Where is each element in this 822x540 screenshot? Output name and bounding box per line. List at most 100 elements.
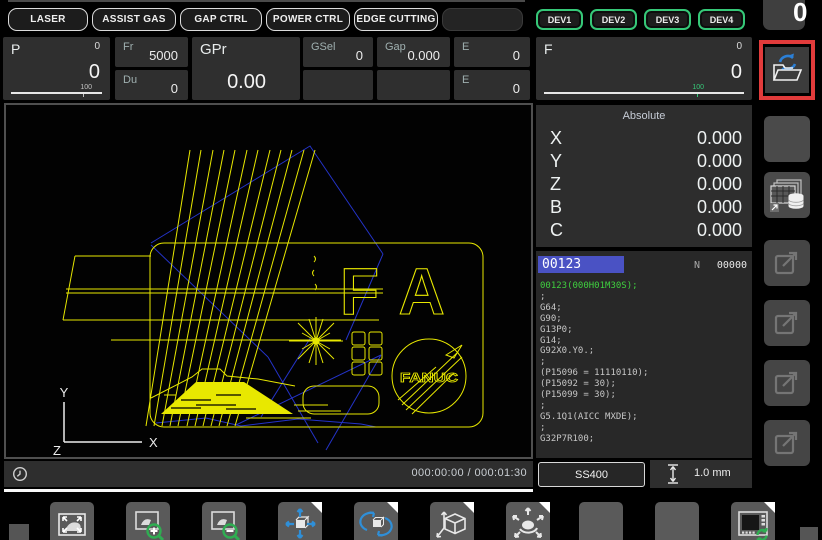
- assist-gas-button[interactable]: ASSIST GAS: [92, 8, 176, 31]
- gas-pressure-label: GPr: [200, 41, 227, 58]
- duty-tile[interactable]: Du 0: [115, 70, 188, 100]
- frequency-label: Fr: [123, 41, 134, 53]
- zoom-out-button[interactable]: [202, 502, 246, 540]
- part-drawing: FA FANUC Y Z X: [53, 145, 484, 458]
- axis-z-value: 0.000: [696, 174, 742, 194]
- gas-pressure-value: 0.00: [227, 71, 266, 93]
- frequency-tile[interactable]: Fr 5000: [115, 37, 188, 67]
- power-label: P: [11, 41, 21, 57]
- cad-viewport[interactable]: FA FANUC Y Z X: [4, 103, 533, 459]
- edge-cutting-button[interactable]: EDGE CUTTING: [354, 8, 438, 31]
- time-elapsed: 000:00:00: [411, 467, 465, 479]
- axis-x-label: X: [149, 435, 158, 450]
- axis-z-label: Z: [53, 443, 61, 457]
- program-number[interactable]: 00123: [538, 256, 624, 273]
- program-line: G14;: [540, 335, 562, 346]
- corner-fold: [311, 502, 322, 513]
- dev3-button[interactable]: DEV3: [644, 9, 691, 30]
- e-bottom-tile[interactable]: E 0: [454, 70, 530, 100]
- dev2-button[interactable]: DEV2: [590, 9, 637, 30]
- sequence-number: 00000: [716, 260, 747, 271]
- toolbar-spacer-left: [9, 524, 29, 540]
- program-panel: 00123 N 00000 00123(000H01M30S); ; G64; …: [536, 251, 752, 458]
- timer-icon: [12, 466, 28, 482]
- gap-value: 0.000: [407, 48, 440, 63]
- external-edit-button-4[interactable]: [764, 420, 810, 466]
- gas-select-empty-tile[interactable]: [303, 70, 373, 100]
- gap-ctrl-button[interactable]: GAP CTRL: [180, 8, 262, 31]
- material-button[interactable]: SS400: [538, 462, 645, 487]
- external-edit-icon: [774, 371, 798, 395]
- empty-mode-button[interactable]: [442, 8, 523, 31]
- axis-y-value: 0.000: [696, 151, 742, 171]
- laser-button[interactable]: LASER: [8, 8, 88, 31]
- corner-fold: [539, 502, 550, 513]
- machining-time-bar: 000:00:00 / 000:01:30: [4, 461, 533, 487]
- external-edit-button-1[interactable]: [764, 240, 810, 286]
- position-mode-title: Absolute: [622, 110, 666, 122]
- pan-view-button[interactable]: [278, 502, 322, 540]
- thickness-indicator[interactable]: 1.0 mm: [650, 460, 752, 488]
- dev1-button[interactable]: DEV1: [536, 9, 583, 30]
- dev4-button[interactable]: DEV4: [698, 9, 745, 30]
- program-line: G13P0;: [540, 324, 573, 335]
- laser-spark: [289, 317, 343, 365]
- fanuc-laser-control-screen: LASER ASSIST GAS GAP CTRL POWER CTRL EDG…: [0, 0, 822, 540]
- feed-param-tile[interactable]: F 0 0 100: [536, 37, 752, 100]
- progress-bar: [4, 489, 533, 492]
- e-top-tile[interactable]: E 0: [454, 37, 530, 67]
- program-line: ;: [540, 400, 546, 411]
- e-bottom-label: E: [462, 74, 470, 86]
- program-line: G5.1Q1(AICC MXDE);: [540, 411, 638, 422]
- rotate-cycle-button[interactable]: [354, 502, 398, 540]
- program-reload-button[interactable]: [765, 47, 809, 93]
- axis-y: Y: [550, 151, 563, 171]
- zoom-out-icon: [211, 511, 241, 540]
- tool-database-button[interactable]: [764, 172, 810, 218]
- corner-fold: [463, 502, 474, 513]
- blank-toolbar-button-1[interactable]: [579, 502, 623, 540]
- machine-screen-button[interactable]: [731, 502, 775, 540]
- gap-label: Gap: [385, 41, 406, 53]
- zoom-in-button[interactable]: [126, 502, 170, 540]
- program-line: ;: [540, 291, 546, 302]
- free-rotate-button[interactable]: [506, 502, 550, 540]
- iso-view-button[interactable]: [430, 502, 474, 540]
- gap-empty-tile[interactable]: [377, 70, 450, 100]
- e-top-value: 0: [512, 48, 520, 63]
- axis-x-value: 0.000: [696, 128, 742, 148]
- program-reload-highlight: [759, 40, 815, 100]
- blank-toolbar-button-2[interactable]: [655, 502, 699, 540]
- external-edit-button-3[interactable]: [764, 360, 810, 406]
- axis-c-value: 0.000: [696, 220, 742, 240]
- power-top-value: 0: [94, 41, 100, 52]
- toolbar-spacer-right: [800, 527, 818, 540]
- time-total: 000:01:30: [474, 467, 527, 479]
- duty-label: Du: [123, 74, 138, 86]
- feed-value: 0: [730, 61, 742, 83]
- gap-tile[interactable]: Gap 0.000: [377, 37, 450, 67]
- frequency-value: 5000: [149, 48, 178, 63]
- axis-b: B: [550, 197, 563, 217]
- axis-triad: [63, 402, 142, 443]
- fit-view-button[interactable]: [50, 502, 94, 540]
- program-line: G92X0.Y0.;: [540, 346, 595, 357]
- gas-select-value: 0: [355, 48, 363, 63]
- power-ctrl-button[interactable]: POWER CTRL: [266, 8, 350, 31]
- fit-view-icon: [58, 513, 86, 536]
- gas-pressure-tile[interactable]: GPr 0.00: [192, 37, 300, 100]
- gas-select-tile[interactable]: GSel 0: [303, 37, 373, 67]
- external-edit-button-2[interactable]: [764, 300, 810, 346]
- power-slider[interactable]: [11, 92, 102, 94]
- thickness-icon: [668, 464, 678, 484]
- axis-row-y: Y 0.000: [536, 150, 752, 173]
- right-sidebar: 0: [755, 0, 822, 540]
- axis-c: C: [550, 220, 563, 240]
- power-param-tile[interactable]: P 0 0 100: [3, 37, 110, 100]
- power-value: 0: [88, 61, 100, 83]
- zoom-in-icon: [135, 511, 165, 540]
- blank-sidebar-button[interactable]: [764, 116, 810, 162]
- power-scale-label: 100: [80, 84, 92, 91]
- feed-slider[interactable]: [544, 92, 744, 94]
- time-separator: /: [467, 467, 471, 479]
